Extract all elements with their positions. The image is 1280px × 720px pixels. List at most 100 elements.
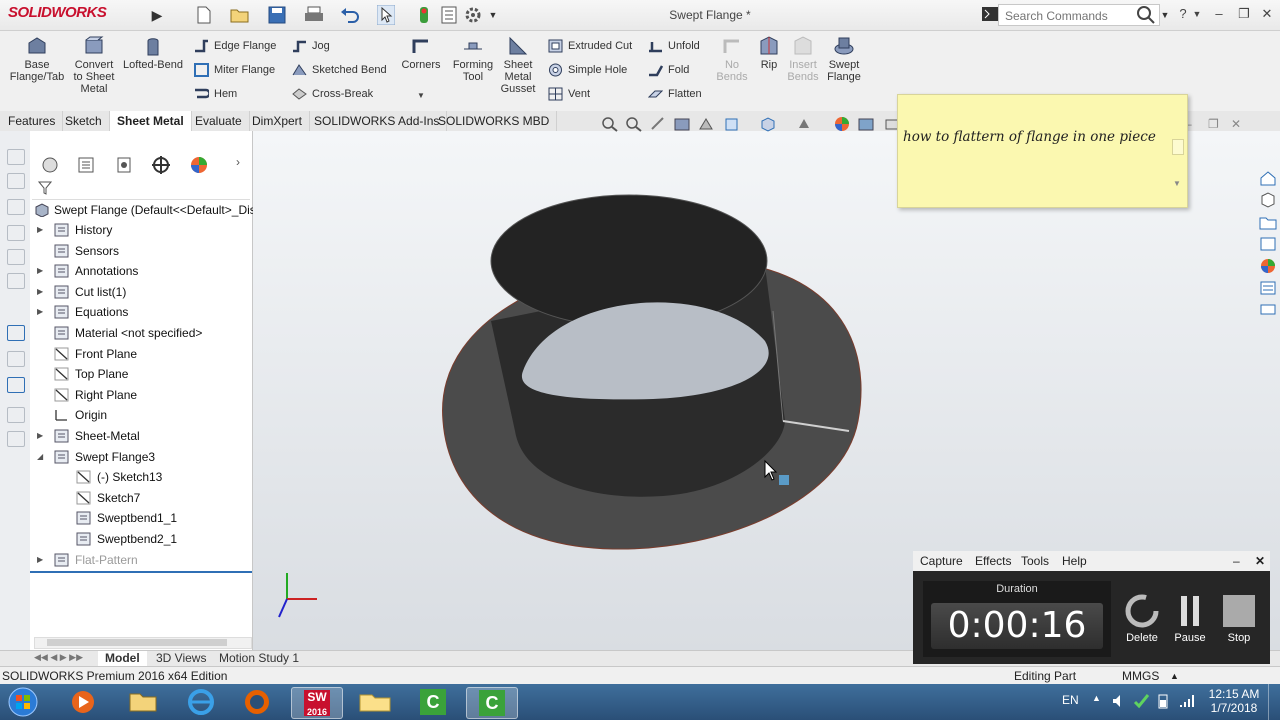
tab-sketch[interactable]: Sketch — [58, 111, 110, 131]
horizontal-scrollbar[interactable] — [34, 637, 252, 649]
system-clock[interactable]: 12:15 AM 1/7/2018 — [1208, 687, 1260, 715]
solidworks-logo[interactable]: SOLIDWORKS — [8, 4, 107, 21]
tab-dimxpert[interactable]: DimXpert — [245, 111, 311, 131]
rollback-bar[interactable] — [30, 571, 252, 573]
dynamic-annotation-icon[interactable] — [697, 116, 715, 132]
corners-dropdown-icon[interactable]: ▼ — [417, 91, 425, 100]
toolbar-point-icon[interactable] — [7, 249, 25, 265]
network-check-icon[interactable] — [1133, 693, 1149, 709]
configuration-manager-tab-icon[interactable] — [114, 155, 134, 175]
zoom-to-fit-icon[interactable] — [601, 116, 619, 132]
appearances-icon[interactable] — [1259, 258, 1277, 274]
base-flange-button[interactable]: Base Flange/Tab — [8, 35, 66, 83]
firefox-icon[interactable] — [232, 687, 282, 717]
command-prompt-icon[interactable] — [982, 7, 998, 21]
solidworks-resources-icon[interactable] — [1259, 170, 1277, 186]
recorder-menu-capture[interactable]: Capture — [920, 554, 963, 568]
toolbar-sketch-icon[interactable] — [7, 149, 25, 165]
undo-icon[interactable] — [340, 6, 360, 24]
toolbar-mate-icon[interactable] — [7, 273, 25, 289]
tab-mbd[interactable]: SOLIDWORKS MBD — [431, 111, 558, 131]
search-commands-input[interactable] — [1003, 7, 1137, 25]
print-icon[interactable] — [304, 6, 324, 24]
show-hidden-icons-icon[interactable]: ▲ — [1092, 693, 1101, 703]
expand-arrow-icon[interactable]: ▶ — [37, 282, 43, 302]
toolbar-save-icon[interactable] — [7, 407, 25, 423]
filter-icon[interactable] — [38, 181, 52, 195]
recorder-delete-button[interactable]: Delete — [1122, 594, 1162, 644]
tab-model[interactable]: Model — [98, 651, 147, 666]
note-text[interactable]: how to flattern of flange in one piece — [903, 125, 1158, 149]
extruded-cut-button[interactable]: Extruded Cut — [546, 37, 632, 55]
show-desktop-button[interactable] — [1268, 684, 1280, 720]
design-library-icon[interactable] — [1259, 192, 1277, 208]
camtasia-taskbar-button[interactable]: C — [408, 687, 458, 717]
expand-arrow-icon[interactable]: ▶ — [37, 261, 43, 281]
miter-flange-button[interactable]: Miter Flange — [192, 61, 275, 79]
tab-sheet-metal[interactable]: Sheet Metal — [110, 111, 192, 131]
scrollbar-thumb[interactable] — [47, 639, 227, 646]
toolbar-view-icon[interactable] — [7, 325, 25, 341]
close-button[interactable]: ✕ — [1256, 5, 1278, 23]
first-tab-arrow-icon[interactable]: ◀◀ ◀ ▶ ▶▶ — [34, 652, 83, 663]
language-indicator[interactable]: EN — [1062, 693, 1079, 707]
toolbar-axis-icon[interactable] — [7, 225, 25, 241]
fold-button[interactable]: Fold — [646, 61, 689, 79]
tab-3d-views[interactable]: 3D Views — [149, 651, 213, 666]
hide-show-items-icon[interactable] — [795, 116, 813, 132]
expand-tabs-icon[interactable]: › — [236, 155, 240, 169]
apply-scene-icon[interactable] — [857, 116, 875, 132]
minimize-button[interactable]: – — [1208, 5, 1230, 23]
expand-arrow-icon[interactable]: ▶ — [37, 426, 43, 446]
zoom-to-area-icon[interactable] — [625, 116, 643, 132]
toolbar-plane-icon[interactable] — [7, 199, 25, 215]
feature-manager-tab-icon[interactable] — [40, 155, 60, 175]
toolbar-monitor-icon[interactable] — [7, 377, 25, 393]
sketched-bend-button[interactable]: Sketched Bend — [290, 61, 387, 79]
file-explorer-taskbar-icon[interactable] — [118, 687, 168, 717]
edit-appearance-icon[interactable] — [833, 116, 851, 132]
folder-taskbar-icon[interactable] — [350, 687, 400, 717]
note-scrollbar[interactable] — [1172, 139, 1184, 155]
media-player-icon[interactable] — [58, 687, 108, 717]
display-manager-tab-icon[interactable] — [189, 155, 209, 175]
tab-add-ins[interactable]: SOLIDWORKS Add-Ins — [307, 111, 448, 131]
recorder-menu-tools[interactable]: Tools — [1021, 554, 1049, 568]
search-icon[interactable] — [1136, 5, 1156, 25]
options-gear-icon[interactable] — [464, 6, 482, 24]
recorder-minimize-button[interactable]: – — [1233, 554, 1240, 568]
swept-flange-button[interactable]: Swept Flange — [824, 35, 864, 83]
edge-flange-button[interactable]: Edge Flange — [192, 37, 276, 55]
collapse-arrow-icon[interactable]: ◢ — [37, 447, 43, 467]
toolbar-display-icon[interactable] — [7, 351, 25, 367]
tab-evaluate[interactable]: Evaluate — [188, 111, 250, 131]
section-view-icon[interactable] — [673, 116, 691, 132]
expand-arrow-icon[interactable]: ▶ — [37, 550, 43, 570]
unfold-button[interactable]: Unfold — [646, 37, 700, 55]
recorder-menu-effects[interactable]: Effects — [975, 554, 1011, 568]
expand-arrow-icon[interactable]: ▶ — [37, 302, 43, 322]
expand-menu-icon[interactable]: ▶ — [148, 6, 166, 24]
corners-button[interactable]: Corners — [400, 35, 442, 71]
options-dropdown-icon[interactable]: ▼ — [484, 6, 502, 24]
help-dropdown-icon[interactable]: ▼ — [1186, 5, 1208, 23]
sticky-note[interactable]: how to flattern of flange in one piece ▼ — [897, 94, 1188, 208]
display-style-icon[interactable] — [759, 116, 777, 132]
expand-arrow-icon[interactable]: ▶ — [37, 220, 43, 240]
simple-hole-button[interactable]: Simple Hole — [546, 61, 627, 79]
convert-to-sheet-metal-button[interactable]: Convert to Sheet Metal — [68, 35, 120, 95]
forum-icon[interactable] — [1259, 302, 1277, 318]
open-folder-icon[interactable] — [230, 6, 250, 24]
rebuild-icon[interactable] — [418, 6, 430, 24]
no-bends-button[interactable]: No Bends — [714, 35, 750, 83]
viewport-restore-button[interactable]: ❐ — [1208, 117, 1219, 131]
sheet-metal-gusset-button[interactable]: Sheet Metal Gusset — [498, 35, 538, 95]
toolbar-tools-icon[interactable] — [7, 431, 25, 447]
insert-bends-button[interactable]: Insert Bends — [784, 35, 822, 83]
custom-properties-icon[interactable] — [1259, 280, 1277, 296]
recorder-pause-button[interactable]: Pause — [1170, 594, 1210, 644]
lofted-bend-button[interactable]: Lofted-Bend — [122, 35, 184, 71]
battery-icon[interactable] — [1157, 693, 1169, 709]
recorder-stop-button[interactable]: Stop — [1219, 594, 1259, 644]
previous-view-icon[interactable] — [649, 116, 667, 132]
